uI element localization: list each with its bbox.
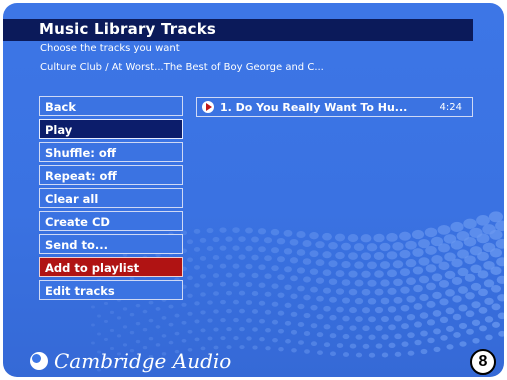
- brand-name: Cambridge Audio: [54, 349, 232, 373]
- track-title: 1. Do You Really Want To Hu...: [220, 100, 408, 114]
- page-number-badge: 8: [470, 349, 496, 375]
- page-title: Music Library Tracks: [39, 20, 217, 38]
- brand-logo: Cambridge Audio: [30, 349, 231, 373]
- play-icon: [202, 101, 214, 113]
- clear-all-button[interactable]: Clear all: [39, 188, 183, 208]
- cambridge-logo-icon: [30, 352, 48, 370]
- send-to-button[interactable]: Send to...: [39, 234, 183, 254]
- album-context: Culture Club / At Worst...The Best of Bo…: [40, 62, 324, 73]
- track-row[interactable]: 1. Do You Really Want To Hu... 4:24: [196, 97, 473, 117]
- back-button[interactable]: Back: [39, 96, 183, 116]
- play-button[interactable]: Play: [39, 119, 183, 139]
- add-to-playlist-button[interactable]: Add to playlist: [39, 257, 183, 277]
- edit-tracks-button[interactable]: Edit tracks: [39, 280, 183, 300]
- screen: Music Library Tracks Choose the tracks y…: [3, 3, 504, 377]
- repeat-toggle[interactable]: Repeat: off: [39, 165, 183, 185]
- create-cd-button[interactable]: Create CD: [39, 211, 183, 231]
- shuffle-toggle[interactable]: Shuffle: off: [39, 142, 183, 162]
- track-list: 1. Do You Really Want To Hu... 4:24: [196, 97, 473, 117]
- page-subtitle: Choose the tracks you want: [40, 43, 180, 54]
- track-duration: 4:24: [439, 101, 462, 113]
- action-menu: Back Play Shuffle: off Repeat: off Clear…: [39, 96, 183, 303]
